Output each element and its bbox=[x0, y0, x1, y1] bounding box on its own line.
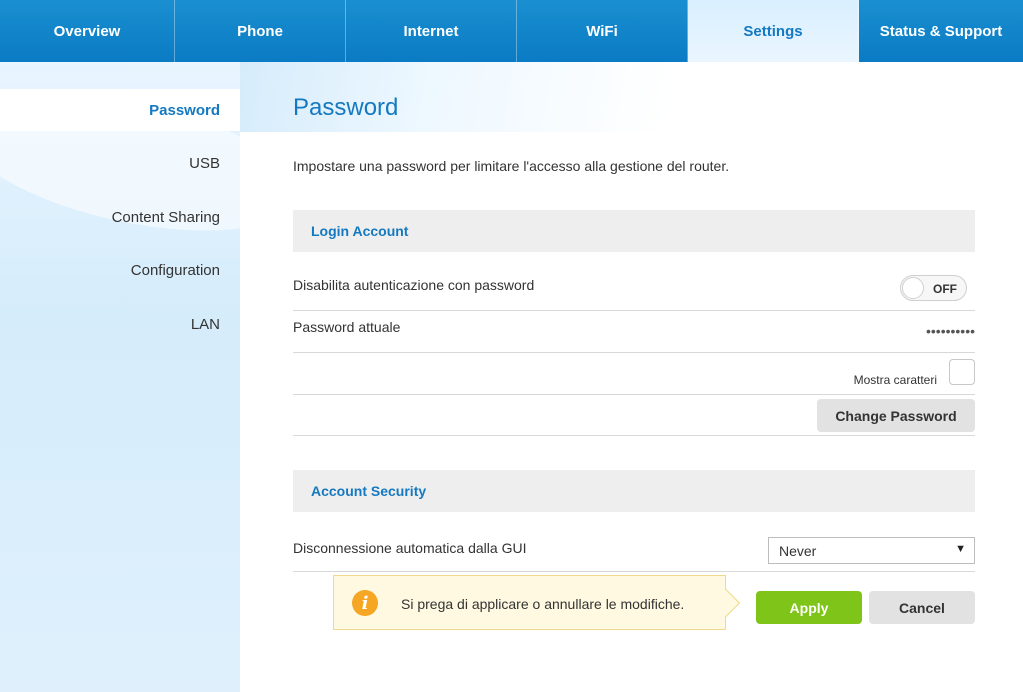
section-account-security: Account Security bbox=[293, 470, 975, 512]
auto-disconnect-row: Disconnessione automatica dalla GUI Neve… bbox=[293, 530, 975, 572]
show-chars-row: Mostra caratteri bbox=[293, 353, 975, 395]
cancel-button[interactable]: Cancel bbox=[869, 591, 975, 624]
show-chars-checkbox[interactable] bbox=[949, 359, 975, 385]
info-icon: i bbox=[352, 590, 378, 616]
disable-auth-row: Disabilita autenticazione con password O… bbox=[293, 270, 975, 311]
section-heading: Account Security bbox=[311, 483, 427, 499]
select-value: Never bbox=[779, 542, 817, 559]
show-chars-label: Mostra caratteri bbox=[853, 373, 937, 387]
page-title: Password bbox=[293, 94, 399, 121]
sidebar-item-label: Content Sharing bbox=[111, 208, 220, 226]
sidebar-item-label: Password bbox=[149, 101, 220, 119]
auto-disconnect-select[interactable]: Never ▼ bbox=[768, 537, 975, 564]
current-password-row: Password attuale •••••••••• bbox=[293, 311, 975, 353]
notice-message: Si prega di applicare o annullare le mod… bbox=[401, 596, 685, 612]
page-intro: Impostare una password per limitare l'ac… bbox=[293, 158, 730, 174]
sidebar-item-usb[interactable]: USB bbox=[0, 142, 240, 184]
sidebar-item-password[interactable]: Password bbox=[0, 89, 240, 131]
tab-internet[interactable]: Internet bbox=[346, 0, 517, 62]
toggle-knob bbox=[902, 277, 924, 299]
notice-pointer bbox=[711, 588, 741, 618]
toggle-state-label: OFF bbox=[933, 282, 957, 296]
auto-disconnect-label: Disconnessione automatica dalla GUI bbox=[293, 540, 527, 556]
current-password-value: •••••••••• bbox=[925, 323, 975, 339]
unsaved-changes-notice: i Si prega di applicare o annullare le m… bbox=[333, 575, 741, 630]
sidebar-item-label: USB bbox=[189, 154, 220, 172]
apply-button[interactable]: Apply bbox=[756, 591, 862, 624]
tab-settings[interactable]: Settings bbox=[688, 0, 859, 62]
sidebar-item-content-sharing[interactable]: Content Sharing bbox=[0, 196, 240, 238]
top-navigation: Overview Phone Internet WiFi Settings St… bbox=[0, 0, 1023, 62]
triangle-down-icon: ▼ bbox=[955, 543, 966, 555]
sidebar: Password USB Content Sharing Configurati… bbox=[0, 62, 240, 692]
change-password-row: Change Password bbox=[293, 395, 975, 436]
change-password-button[interactable]: Change Password bbox=[817, 399, 975, 432]
tab-status-support[interactable]: Status & Support bbox=[859, 0, 1023, 62]
section-login-account: Login Account bbox=[293, 210, 975, 252]
tab-wifi[interactable]: WiFi bbox=[517, 0, 688, 62]
tab-overview[interactable]: Overview bbox=[0, 0, 175, 62]
disable-auth-toggle[interactable]: OFF bbox=[900, 275, 967, 301]
current-password-label: Password attuale bbox=[293, 319, 401, 335]
sidebar-item-lan[interactable]: LAN bbox=[0, 303, 240, 345]
tab-phone[interactable]: Phone bbox=[175, 0, 346, 62]
section-heading: Login Account bbox=[311, 223, 409, 239]
sidebar-item-label: LAN bbox=[190, 315, 220, 333]
sidebar-item-label: Configuration bbox=[130, 261, 220, 279]
disable-auth-label: Disabilita autenticazione con password bbox=[293, 277, 535, 293]
sidebar-item-configuration[interactable]: Configuration bbox=[0, 249, 240, 291]
